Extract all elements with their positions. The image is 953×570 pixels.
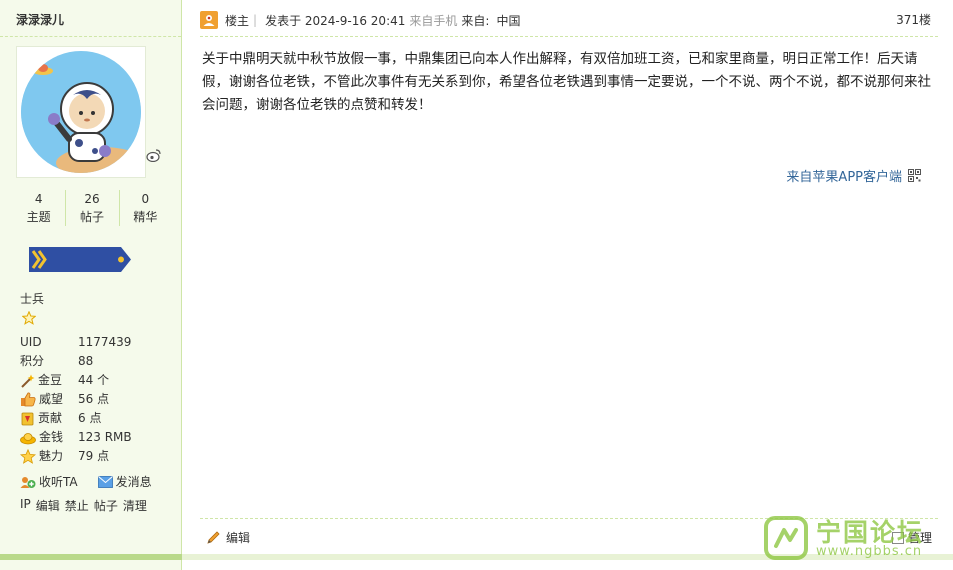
thumbs-up-icon xyxy=(21,392,36,407)
stat-label: 精华 xyxy=(133,210,158,224)
stat-value: 0 xyxy=(141,192,150,206)
pencil-icon xyxy=(207,530,220,544)
username[interactable]: 渌渌渌儿 xyxy=(16,11,64,28)
from-mobile: 来自手机 xyxy=(409,13,458,28)
stat-topics[interactable]: 4 主题 xyxy=(12,190,65,228)
info-key-wrap: 金钱 xyxy=(20,428,78,447)
rank-title: 士兵 xyxy=(20,292,45,306)
site-watermark: 宁国论坛 www.ngbbs.cn xyxy=(764,514,942,562)
info-row-money: 金钱 123 RMB xyxy=(20,428,175,447)
wand-icon xyxy=(21,374,35,388)
info-key-wrap: 贡献 xyxy=(20,409,78,428)
stat-value: 4 xyxy=(34,192,43,206)
info-key: 贡献 xyxy=(38,411,63,425)
info-key-wrap: 金豆 xyxy=(20,371,78,390)
site-logo-icon xyxy=(764,516,808,560)
follow-icon xyxy=(20,476,36,488)
edit-button[interactable]: 编辑 xyxy=(206,529,250,546)
info-value: 79 点 xyxy=(78,449,110,463)
avatar-image xyxy=(21,51,141,173)
info-key: 魅力 xyxy=(39,449,64,463)
follow-button[interactable]: 收听TA xyxy=(20,473,78,490)
avatar[interactable] xyxy=(16,46,146,178)
info-value: 88 xyxy=(78,354,94,368)
separator: | xyxy=(253,13,258,27)
user-stats: 4 主题 26 帖子 0 精华 xyxy=(12,190,172,228)
user-info: UID 1177439 积分 88 金豆 44 个 威望 56 点 贡献 6 点… xyxy=(20,333,175,466)
medal-icon xyxy=(21,412,34,425)
post-header: 楼主 | 发表于 2024-9-16 20:41 来自手机 来自: 中国 371… xyxy=(200,8,936,32)
thread-starter-icon xyxy=(200,11,218,29)
rank-badge xyxy=(29,247,131,272)
send-message-button[interactable]: 发消息 xyxy=(97,473,152,490)
admin-link-edit[interactable]: 编辑 xyxy=(36,497,60,514)
admin-link-clean[interactable]: 清理 xyxy=(123,497,147,514)
location-value: 中国 xyxy=(496,13,521,28)
bottom-bar-sidebar xyxy=(0,554,182,560)
stat-posts[interactable]: 26 帖子 xyxy=(65,190,118,228)
stat-label: 主题 xyxy=(26,210,51,224)
info-key: 威望 xyxy=(39,392,64,406)
gold-ingot-icon xyxy=(20,432,36,444)
watermark-url: www.ngbbs.cn xyxy=(816,544,923,559)
divider xyxy=(200,36,938,37)
info-row-charm: 魅力 79 点 xyxy=(20,447,175,466)
user-sidebar: 渌渌渌儿 4 主题 26 帖子 0 精华 士兵 UID 1177439 积分 8… xyxy=(0,0,182,570)
info-row-uid: UID 1177439 xyxy=(20,333,175,352)
star-icon xyxy=(20,449,36,464)
info-row-points: 积分 88 xyxy=(20,352,175,371)
message-label: 发消息 xyxy=(115,475,152,489)
weibo-icon[interactable] xyxy=(146,148,161,162)
user-actions: 收听TA 发消息 xyxy=(20,473,172,490)
post-time: 发表于 2024-9-16 20:41 xyxy=(265,13,406,28)
info-value: 6 点 xyxy=(78,411,102,425)
qr-code-icon[interactable] xyxy=(908,169,921,182)
edit-label: 编辑 xyxy=(226,531,251,545)
envelope-icon xyxy=(97,475,113,488)
app-source-label: 来自苹果APP客户端 xyxy=(786,170,902,185)
author-role: 楼主 xyxy=(225,13,250,28)
rank-star-icon xyxy=(22,311,36,325)
info-key: 积分 xyxy=(20,354,45,368)
admin-link-ban[interactable]: 禁止 xyxy=(65,497,89,514)
app-source-link[interactable]: 来自苹果APP客户端 xyxy=(786,166,921,185)
info-value: 44 个 xyxy=(78,373,110,387)
info-key: 金钱 xyxy=(39,430,64,444)
post-content: 关于中鼎明天就中秋节放假一事，中鼎集团已向本人作出解释，有双倍加班工资，已和家里… xyxy=(202,51,931,113)
info-key-wrap: 魅力 xyxy=(20,447,78,466)
info-value: 123 RMB xyxy=(78,430,132,444)
location-label: 来自: xyxy=(461,13,490,28)
admin-link-posts[interactable]: 帖子 xyxy=(94,497,118,514)
info-row-contribution: 贡献 6 点 xyxy=(20,409,175,428)
admin-link-ip[interactable]: IP xyxy=(20,497,31,514)
divider xyxy=(0,36,181,37)
info-key: 金豆 xyxy=(38,373,63,387)
info-value: 56 点 xyxy=(78,392,110,406)
follow-label: 收听TA xyxy=(39,475,78,489)
info-key-wrap: 威望 xyxy=(20,390,78,409)
floor-number[interactable]: 371楼 xyxy=(896,11,931,28)
info-row-prestige: 威望 56 点 xyxy=(20,390,175,409)
stat-value: 26 xyxy=(84,192,100,206)
info-row-gold-beans: 金豆 44 个 xyxy=(20,371,175,390)
info-value: 1177439 xyxy=(78,335,132,349)
stat-digest[interactable]: 0 精华 xyxy=(118,190,172,228)
info-key: UID xyxy=(20,335,42,349)
stat-label: 帖子 xyxy=(79,210,104,224)
admin-links: IP 编辑 禁止 帖子 清理 xyxy=(20,497,152,514)
